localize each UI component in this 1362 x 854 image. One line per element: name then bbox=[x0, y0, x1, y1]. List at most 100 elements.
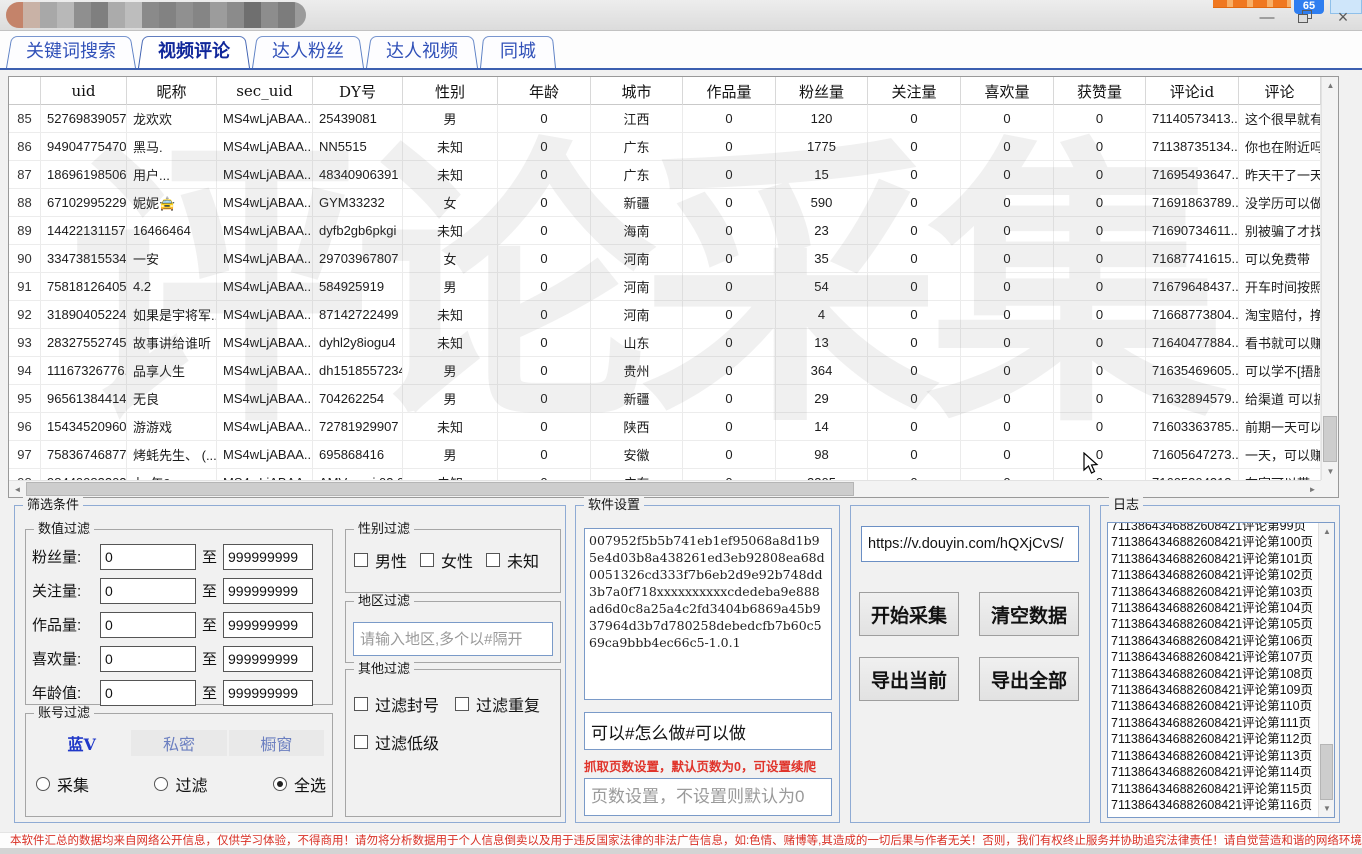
cell-age: 0 bbox=[498, 357, 591, 384]
table-row[interactable]: 85 52769839057 龙欢欢 MS4wLjABAA... 2543908… bbox=[9, 105, 1321, 133]
min-value-input[interactable] bbox=[100, 544, 196, 570]
cell-fans-count: 1775 bbox=[776, 133, 868, 160]
license-token-textarea[interactable] bbox=[584, 528, 832, 700]
log-listbox[interactable]: 7113864346882608421评论第99页711386434688260… bbox=[1107, 522, 1335, 818]
software-settings-groupbox: 软件设置 抓取页数设置，默认页数为0，可设置续爬 bbox=[575, 505, 840, 823]
maximize-button[interactable] bbox=[1294, 9, 1316, 27]
start-collect-button[interactable]: 开始采集 bbox=[859, 592, 959, 636]
max-value-input[interactable] bbox=[223, 680, 313, 706]
page-count-input[interactable] bbox=[584, 778, 832, 816]
cell-praised-count: 0 bbox=[1054, 441, 1146, 468]
segment-private[interactable]: 私密 bbox=[131, 730, 226, 756]
cell-sec-uid: MS4wLjABAA... bbox=[217, 273, 313, 300]
table-row[interactable]: 95 96561384414 无良 MS4wLjABAA... 70426225… bbox=[9, 385, 1321, 413]
max-value-input[interactable] bbox=[223, 544, 313, 570]
video-url-input[interactable] bbox=[861, 526, 1079, 562]
table-row[interactable]: 90 33473815534... 一安 MS4wLjABAA... 29703… bbox=[9, 245, 1321, 273]
cell-gender: 男 bbox=[403, 441, 498, 468]
cell-uid: 11167326776... bbox=[41, 357, 127, 384]
cell-gender: 女 bbox=[403, 189, 498, 216]
software-settings-title: 软件设置 bbox=[584, 497, 644, 513]
cell-praised-count: 0 bbox=[1054, 469, 1146, 480]
max-value-input[interactable] bbox=[223, 612, 313, 638]
cell-comment-text: 开车时间按照... bbox=[1239, 273, 1321, 300]
cell-follow-count: 0 bbox=[868, 469, 961, 480]
table-horizontal-scrollbar[interactable]: ◄ ► bbox=[9, 480, 1321, 497]
clear-data-button[interactable]: 清空数据 bbox=[979, 592, 1079, 636]
other-filter-checkbox[interactable]: 过滤低级 bbox=[354, 730, 439, 754]
table-row[interactable]: 92 31890405224... 如果是宇将军... MS4wLjABAA..… bbox=[9, 301, 1321, 329]
region-input[interactable] bbox=[353, 622, 553, 656]
table-row[interactable]: 89 14422131157... 16466464 MS4wLjABAA...… bbox=[9, 217, 1321, 245]
radio-collect[interactable]: 采集 bbox=[36, 772, 89, 796]
cell-uid: 75836746877 bbox=[41, 441, 127, 468]
cell-fans-count: 2305 bbox=[776, 469, 868, 480]
table-row[interactable]: 93 28327552745... 故事讲给谁听 MS4wLjABAA... d… bbox=[9, 329, 1321, 357]
scroll-down-arrow-icon[interactable]: ▼ bbox=[1322, 463, 1339, 480]
cell-fans-count: 364 bbox=[776, 357, 868, 384]
gender-checkbox[interactable]: 未知 bbox=[486, 548, 539, 572]
cell-comment-text: 可以学不[捂脸] bbox=[1239, 357, 1321, 384]
horizontal-scroll-thumb[interactable] bbox=[26, 482, 854, 496]
min-value-input[interactable] bbox=[100, 578, 196, 604]
cell-comment-id: 71687741615... bbox=[1146, 245, 1239, 272]
vertical-scroll-thumb[interactable] bbox=[1323, 416, 1337, 462]
max-value-input[interactable] bbox=[223, 578, 313, 604]
table-row[interactable]: 97 75836746877 烤蚝先生、 (... MS4wLjABAA... … bbox=[9, 441, 1321, 469]
tab-same-city[interactable]: 同城 bbox=[480, 31, 556, 68]
radio-filter[interactable]: 过滤 bbox=[154, 772, 207, 796]
cell-uid: 96561384414 bbox=[41, 385, 127, 412]
gender-checkbox[interactable]: 男性 bbox=[354, 548, 407, 572]
row-number: 88 bbox=[9, 189, 41, 216]
table-row[interactable]: 91 75818126405 4.2 MS4wLjABAA... 5849259… bbox=[9, 273, 1321, 301]
table-row[interactable]: 86 94904775470 黑马. MS4wLjABAA... NN5515 … bbox=[9, 133, 1321, 161]
cell-works-count: 0 bbox=[683, 413, 776, 440]
radio-collect-label: 采集 bbox=[57, 772, 89, 796]
minimize-button[interactable]: — bbox=[1256, 9, 1278, 27]
table-row[interactable]: 88 67102995229 妮妮🚖 MS4wLjABAA... GYM3323… bbox=[9, 189, 1321, 217]
tab-video-comments[interactable]: 视频评论 bbox=[138, 31, 250, 68]
log-entry: 7113864346882608421评论第112页 bbox=[1111, 731, 1317, 747]
table-row[interactable]: 96 15434520960... 游游戏 MS4wLjABAA... 7278… bbox=[9, 413, 1321, 441]
table-row[interactable]: 87 18696198506... 用户... MS4wLjABAA... 48… bbox=[9, 161, 1321, 189]
tab-influencer-videos[interactable]: 达人视频 bbox=[366, 31, 478, 68]
close-button[interactable]: × bbox=[1332, 9, 1354, 27]
segment-showcase[interactable]: 橱窗 bbox=[229, 730, 324, 756]
log-scroll-down-icon[interactable]: ▼ bbox=[1319, 800, 1335, 817]
filter-conditions-groupbox: 筛选条件 数值过滤 粉丝量: 至 关注量: 至 bbox=[14, 505, 566, 823]
table-row[interactable]: 98 98440083202 七-年9 MS4wLjABAA... AMV_ma… bbox=[9, 469, 1321, 480]
cell-comment-id: 71138735134... bbox=[1146, 133, 1239, 160]
log-scrollbar[interactable]: ▲ ▼ bbox=[1318, 523, 1334, 817]
log-entry: 7113864346882608421评论第100页 bbox=[1111, 534, 1317, 550]
cell-uid: 14422131157... bbox=[41, 217, 127, 244]
keyword-template-input[interactable] bbox=[584, 712, 832, 750]
scroll-left-arrow-icon[interactable]: ◄ bbox=[9, 481, 26, 498]
cell-like-count: 0 bbox=[961, 301, 1054, 328]
cell-like-count: 0 bbox=[961, 105, 1054, 132]
other-filter-checkbox[interactable]: 过滤封号 bbox=[354, 692, 439, 716]
min-value-input[interactable] bbox=[100, 646, 196, 672]
cell-sec-uid: MS4wLjABAA... bbox=[217, 385, 313, 412]
export-current-button[interactable]: 导出当前 bbox=[859, 657, 959, 701]
scroll-right-arrow-icon[interactable]: ► bbox=[1304, 481, 1321, 498]
log-scroll-up-icon[interactable]: ▲ bbox=[1319, 523, 1335, 540]
cell-comment-text: 这个很早就有... bbox=[1239, 105, 1321, 132]
segment-blue-v[interactable]: 蓝V bbox=[34, 730, 129, 756]
row-number: 90 bbox=[9, 245, 41, 272]
table-row[interactable]: 94 11167326776... 品享人生 MS4wLjABAA... dh1… bbox=[9, 357, 1321, 385]
other-filter-checkbox[interactable]: 过滤重复 bbox=[455, 692, 540, 716]
tab-influencer-fans[interactable]: 达人粉丝 bbox=[252, 31, 364, 68]
scroll-up-arrow-icon[interactable]: ▲ bbox=[1322, 77, 1339, 94]
min-value-input[interactable] bbox=[100, 612, 196, 638]
tab-keyword-search[interactable]: 关键词搜索 bbox=[6, 31, 136, 68]
radio-select-all[interactable]: 全选 bbox=[273, 772, 326, 796]
table-vertical-scrollbar[interactable]: ▲ ▼ bbox=[1321, 77, 1338, 480]
cell-comment-text: 前期一天可以... bbox=[1239, 413, 1321, 440]
cell-works-count: 0 bbox=[683, 217, 776, 244]
gender-checkbox[interactable]: 女性 bbox=[420, 548, 473, 572]
min-value-input[interactable] bbox=[100, 680, 196, 706]
export-all-button[interactable]: 导出全部 bbox=[979, 657, 1079, 701]
max-value-input[interactable] bbox=[223, 646, 313, 672]
log-scroll-thumb[interactable] bbox=[1320, 744, 1333, 800]
account-type-segments: 蓝V 私密 橱窗 bbox=[34, 730, 324, 756]
